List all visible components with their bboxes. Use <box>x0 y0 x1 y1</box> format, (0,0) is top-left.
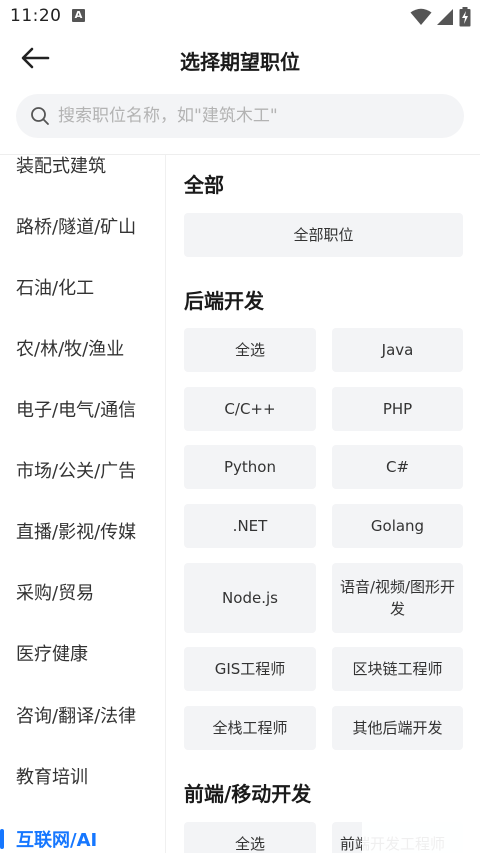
chip-backend-select-all[interactable]: 全选 <box>184 328 316 372</box>
chip-audio-video-graphics[interactable]: 语音/视频/图形开发 <box>332 563 463 633</box>
chip-dotnet[interactable]: .NET <box>184 504 316 548</box>
status-bar: 11:20 A <box>0 0 480 34</box>
chip-c-cpp[interactable]: C/C++ <box>184 387 316 431</box>
chip-frontend-select-all[interactable]: 全选 <box>184 822 316 853</box>
wifi-icon <box>410 8 432 30</box>
chip-gis-engineer[interactable]: GIS工程师 <box>184 647 316 691</box>
top-bar: 选择期望职位 <box>0 34 480 86</box>
chip-php[interactable]: PHP <box>332 387 463 431</box>
sidebar-item-bridge-tunnel-mine[interactable]: 路桥/隧道/矿山 <box>0 196 165 256</box>
category-sidebar[interactable]: 装配式建筑 路桥/隧道/矿山 石油/化工 农/林/牧/渔业 电子/电气/通信 市… <box>0 155 166 853</box>
search-input[interactable] <box>58 106 438 126</box>
chip-blockchain-engineer[interactable]: 区块链工程师 <box>332 647 463 691</box>
status-time: 11:20 <box>10 6 62 26</box>
chip-csharp[interactable]: C# <box>332 445 463 489</box>
sidebar-item-procurement[interactable]: 采购/贸易 <box>0 562 165 622</box>
sidebar-item-healthcare[interactable]: 医疗健康 <box>0 623 165 683</box>
chip-golang[interactable]: Golang <box>332 504 463 548</box>
sidebar-item-media[interactable]: 直播/影视/传媒 <box>0 501 165 561</box>
sidebar-item-petroleum-chemical[interactable]: 石油/化工 <box>0 257 165 317</box>
search-icon <box>30 106 50 126</box>
chip-java[interactable]: Java <box>332 328 463 372</box>
sidebar-item-consulting[interactable]: 咨询/翻译/法律 <box>0 685 165 745</box>
job-content[interactable]: 全部 全部职位 后端开发 全选 Java C/C++ PHP Python C#… <box>167 155 480 853</box>
page-title: 选择期望职位 <box>180 50 300 74</box>
chip-all-jobs[interactable]: 全部职位 <box>184 213 463 257</box>
chip-python[interactable]: Python <box>184 445 316 489</box>
sidebar-item-agriculture[interactable]: 农/林/牧/渔业 <box>0 318 165 378</box>
search-bar[interactable] <box>16 94 464 138</box>
sidebar-item-education[interactable]: 教育培训 <box>0 746 165 806</box>
battery-charging-icon <box>459 7 471 31</box>
notification-icon: A <box>72 9 85 22</box>
overlay-watermark <box>362 800 480 853</box>
chip-nodejs[interactable]: Node.js <box>184 563 316 633</box>
section-title-all: 全部 <box>184 173 224 197</box>
chip-fullstack-engineer[interactable]: 全栈工程师 <box>184 706 316 750</box>
sidebar-item-internet-ai[interactable]: 互联网/AI <box>0 809 165 853</box>
chip-other-backend[interactable]: 其他后端开发 <box>332 706 463 750</box>
signal-icon <box>436 8 454 30</box>
sidebar-item-marketing[interactable]: 市场/公关/广告 <box>0 440 165 500</box>
section-title-frontend: 前端/移动开发 <box>184 782 312 806</box>
sidebar-item-prefab-construction[interactable]: 装配式建筑 <box>0 155 165 195</box>
sidebar-item-electronics[interactable]: 电子/电气/通信 <box>0 379 165 439</box>
section-title-backend: 后端开发 <box>184 289 264 313</box>
